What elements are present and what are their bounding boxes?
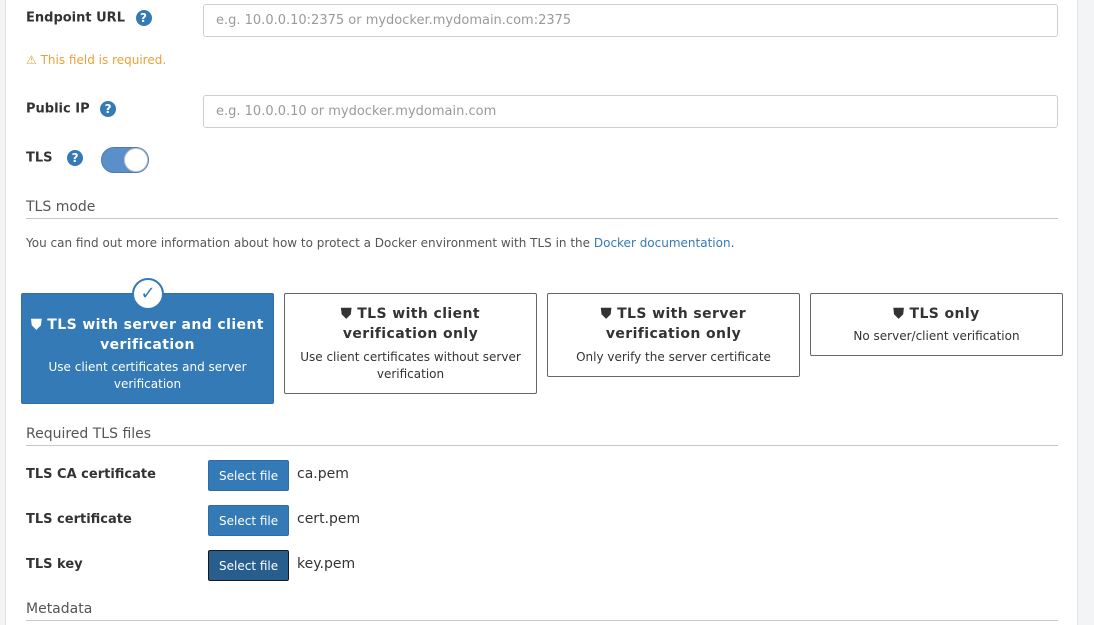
option-subtitle: Only verify the server certificate	[576, 350, 771, 364]
warning-triangle-icon: ⚠	[26, 53, 37, 67]
tls-help-icon[interactable]: ?	[67, 150, 84, 166]
option-title: ⛊ TLS with server verification only	[600, 306, 747, 342]
option-title: ⛊ TLS with server and client verificatio…	[31, 317, 264, 353]
endpoint-url-help-icon[interactable]: ?	[135, 10, 152, 26]
shield-icon: ⛊	[893, 306, 905, 322]
tls-toggle[interactable]	[101, 147, 149, 173]
tls-ca-certificate-label: TLS CA certificate	[26, 467, 156, 482]
tls-certificate-label: TLS certificate	[26, 512, 132, 527]
endpoint-url-warning: ⚠ This field is required.	[26, 53, 167, 67]
form-panel: Endpoint URL ? ⚠ This field is required.…	[5, 0, 1078, 625]
tls-mode-section-title: TLS mode	[26, 199, 1058, 219]
key-filename: key.pem	[297, 556, 356, 572]
tls-toggle-knob	[124, 148, 148, 172]
shield-icon: ⛊	[600, 306, 612, 322]
tls-mode-info: You can find out more information about …	[26, 236, 735, 250]
required-tls-files-section-title: Required TLS files	[26, 426, 1058, 446]
endpoint-url-input[interactable]	[203, 4, 1058, 37]
docker-documentation-link[interactable]: Docker documentation	[594, 236, 731, 250]
option-title: ⛊ TLS only	[893, 306, 980, 322]
tls-mode-option-tls-only[interactable]: ⛊ TLS only No server/client verification	[810, 293, 1063, 356]
endpoint-url-label: Endpoint URL ?	[26, 10, 152, 26]
tls-mode-option-server-only[interactable]: ⛊ TLS with server verification only Only…	[547, 293, 800, 377]
cert-filename: cert.pem	[297, 511, 361, 527]
option-subtitle: Use client certificates without server v…	[300, 350, 521, 381]
public-ip-label: Public IP ?	[26, 101, 117, 117]
tls-key-label: TLS key	[26, 557, 83, 572]
selected-check-icon: ✓	[132, 278, 164, 310]
option-title: ⛊ TLS with client verification only	[341, 306, 480, 342]
public-ip-input[interactable]	[203, 95, 1058, 128]
tls-label: TLS ?	[26, 150, 84, 166]
public-ip-help-icon[interactable]: ?	[100, 101, 117, 117]
shield-icon: ⛊	[31, 317, 43, 333]
option-subtitle: Use client certificates and server verif…	[48, 360, 247, 391]
ca-filename: ca.pem	[297, 466, 349, 482]
tls-mode-option-client-only[interactable]: ⛊ TLS with client verification only Use …	[284, 293, 537, 394]
select-cert-file-button[interactable]: Select file	[208, 505, 290, 536]
shield-icon: ⛊	[341, 306, 352, 322]
select-key-file-button[interactable]: Select file	[208, 550, 290, 581]
option-subtitle: No server/client verification	[853, 329, 1020, 343]
metadata-section-title: Metadata	[26, 601, 1058, 621]
select-ca-file-button[interactable]: Select file	[208, 460, 290, 491]
